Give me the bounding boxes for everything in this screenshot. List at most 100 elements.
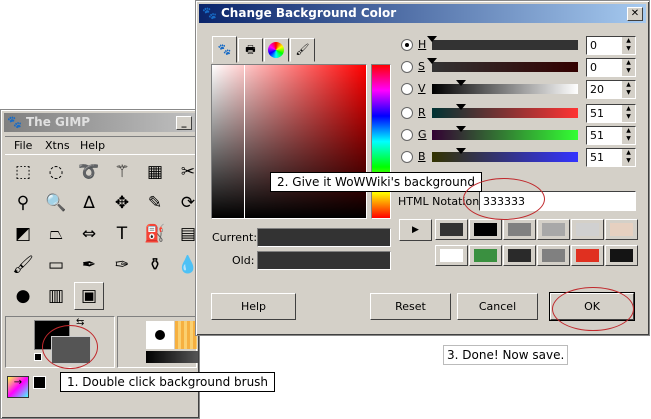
slider-thumb[interactable] [456, 126, 467, 132]
channel-slider-g[interactable] [432, 126, 578, 140]
pattern-preview[interactable] [175, 321, 197, 349]
tool-flip[interactable]: ⏢ [41, 220, 71, 248]
highlight-ellipse-bg-swatch [42, 325, 98, 369]
dialog-title: Change Background Color [221, 6, 397, 20]
history-add-button[interactable]: ▶ [399, 219, 432, 241]
spin-arrows-icon[interactable]: ▲ ▼ [622, 59, 635, 76]
hue-strip[interactable] [371, 64, 391, 219]
spin-arrows-icon[interactable]: ▲ ▼ [622, 149, 635, 166]
history-color-swatch[interactable] [503, 245, 536, 266]
wilber-icon: 🐾 [217, 43, 232, 56]
tool-paintbrush[interactable]: 🖌 [8, 251, 38, 279]
color-square-picker[interactable] [211, 64, 367, 219]
spin-arrows-icon[interactable]: ▲ ▼ [622, 127, 635, 144]
channel-spin-s[interactable]: 0 ▲ ▼ [586, 58, 636, 77]
history-color-swatch[interactable] [469, 245, 502, 266]
tool-color-dialog[interactable]: ▣ [74, 282, 104, 310]
swatch-fill [610, 249, 633, 262]
tool-flip-h[interactable]: ⇔ [74, 220, 104, 248]
swatch-fill [474, 249, 497, 262]
tool-levels[interactable]: ▥ [41, 282, 71, 310]
tool-ellipse-select[interactable]: ◌ [41, 158, 71, 186]
tool-text[interactable]: T [107, 220, 137, 248]
current-color-swatch [257, 228, 391, 247]
tool-dodge-burn[interactable]: ● [8, 282, 38, 310]
cancel-button[interactable]: Cancel [457, 293, 538, 320]
channel-slider-b[interactable] [432, 148, 578, 162]
channel-radio-b[interactable] [401, 151, 413, 163]
help-button[interactable]: Help [211, 293, 296, 320]
minimize-button[interactable]: _ [176, 116, 192, 130]
channel-label-r: R [418, 106, 426, 119]
tool-ink[interactable]: ✑ [107, 251, 137, 279]
tool-rect-select[interactable]: ⬚ [8, 158, 38, 186]
gradient-preview[interactable] [146, 351, 198, 363]
channel-spin-b[interactable]: 51 ▲ ▼ [586, 148, 636, 167]
channel-radio-v[interactable] [401, 83, 413, 95]
tool-lasso[interactable]: ➰ [74, 158, 104, 186]
channel-value: 20 [590, 83, 604, 96]
channel-radio-h[interactable] [401, 39, 413, 51]
tool-move[interactable]: ✥ [107, 189, 137, 217]
slider-thumb[interactable] [427, 36, 437, 42]
channel-spin-r[interactable]: 51 ▲ ▼ [586, 104, 636, 123]
history-color-swatch[interactable] [503, 219, 536, 240]
tool-fuzzy-select[interactable]: ⚚ [107, 158, 137, 186]
channel-spin-v[interactable]: 20 ▲ ▼ [586, 80, 636, 99]
channel-label-h: H [418, 38, 427, 51]
history-color-swatch[interactable] [435, 219, 468, 240]
menu-xtns[interactable]: Xtns [45, 139, 70, 152]
channel-label-s: S [418, 60, 425, 73]
slider-thumb[interactable] [456, 148, 467, 154]
slider-thumb[interactable] [456, 104, 467, 110]
close-button[interactable]: ✕ [627, 7, 643, 21]
reset-button[interactable]: Reset [370, 293, 451, 320]
tab-watercolor[interactable]: 🖌 [290, 38, 315, 62]
dock-tab-fgbg[interactable] [33, 376, 55, 398]
wilber-icon: 🐾 [202, 6, 217, 20]
tool-bucket-fill[interactable]: ⛽ [140, 220, 170, 248]
history-color-swatch[interactable] [537, 245, 570, 266]
channel-spin-h[interactable]: 0 ▲ ▼ [586, 36, 636, 55]
tab-gimp-selector[interactable]: 🐾 [212, 36, 237, 63]
tool-magnify[interactable]: 🔍 [41, 189, 71, 217]
swatch-fill [440, 223, 463, 236]
menu-help[interactable]: Help [80, 139, 105, 152]
history-color-swatch[interactable] [605, 219, 638, 240]
channel-radio-s[interactable] [401, 61, 413, 73]
tool-clone[interactable]: ⚱ [140, 251, 170, 279]
history-color-swatch[interactable] [605, 245, 638, 266]
tool-color-picker[interactable]: ⚲ [8, 189, 38, 217]
default-colors-icon[interactable] [34, 353, 42, 361]
tool-crop[interactable]: ✎ [140, 189, 170, 217]
channel-slider-s[interactable] [427, 58, 578, 72]
tab-color-wheel[interactable] [264, 38, 289, 62]
tool-eraser[interactable]: ▭ [41, 251, 71, 279]
tool-perspective[interactable]: ◩ [8, 220, 38, 248]
spin-arrows-icon[interactable]: ▲ ▼ [622, 105, 635, 122]
history-color-swatch[interactable] [537, 219, 570, 240]
channel-spin-g[interactable]: 51 ▲ ▼ [586, 126, 636, 145]
tab-cmyk[interactable]: 🖶 [238, 38, 263, 62]
channel-radio-g[interactable] [401, 129, 413, 141]
slider-thumb[interactable] [427, 58, 437, 64]
wilber-icon: 🐾 [7, 115, 22, 129]
slider-thumb[interactable] [456, 80, 467, 86]
history-color-swatch[interactable] [571, 245, 604, 266]
tool-airbrush[interactable]: ✒ [74, 251, 104, 279]
dock-tab-color[interactable]: → [7, 376, 29, 398]
menu-file[interactable]: File [14, 139, 32, 152]
channel-slider-r[interactable] [432, 104, 578, 118]
tool-color-select[interactable]: ▦ [140, 158, 170, 186]
spin-arrows-icon[interactable]: ▲ ▼ [622, 37, 635, 54]
brush-preview[interactable] [146, 321, 174, 349]
swatch-fill [576, 223, 599, 236]
history-color-swatch[interactable] [469, 219, 502, 240]
history-color-swatch[interactable] [571, 219, 604, 240]
spin-arrows-icon[interactable]: ▲ ▼ [622, 81, 635, 98]
channel-slider-v[interactable] [432, 80, 578, 94]
tool-measure[interactable]: ∆ [74, 189, 104, 217]
channel-slider-h[interactable] [427, 36, 578, 50]
history-color-swatch[interactable] [435, 245, 468, 266]
channel-radio-r[interactable] [401, 107, 413, 119]
